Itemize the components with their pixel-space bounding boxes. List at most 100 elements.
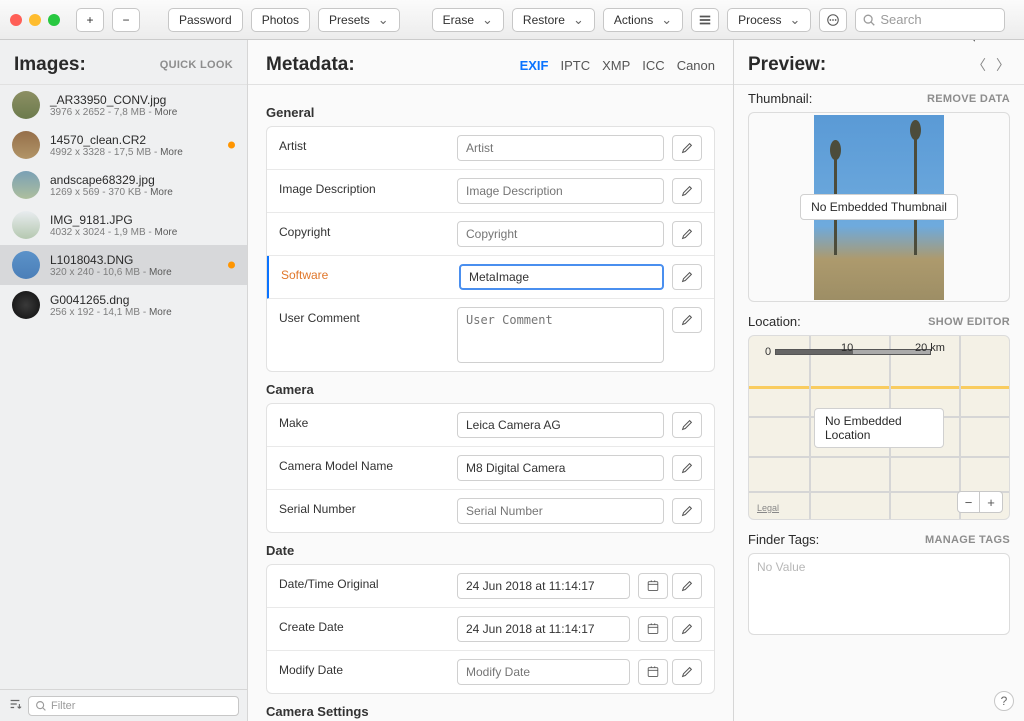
image-meta: 320 x 240 - 10,6 MB - More	[50, 267, 235, 278]
filter-placeholder: Filter	[51, 700, 75, 712]
create-date-input[interactable]	[457, 616, 630, 642]
erase-dropdown[interactable]: Erase	[432, 8, 504, 32]
edit-icon[interactable]	[672, 135, 702, 161]
thumb-icon	[12, 291, 40, 319]
no-thumbnail-badge: No Embedded Thumbnail	[800, 194, 958, 220]
scale-10: 10	[841, 342, 853, 354]
image-item[interactable]: andscape68329.jpg 1269 x 569 - 370 KB - …	[0, 165, 247, 205]
edit-icon[interactable]	[672, 455, 702, 481]
preview-panel: Preview: 〈 〉 Thumbnail: REMOVE DATA No E…	[734, 40, 1024, 721]
mark-dot-icon	[228, 142, 235, 149]
minimize-window-button[interactable]	[29, 14, 41, 26]
edit-icon[interactable]	[672, 221, 702, 247]
edit-icon[interactable]	[672, 178, 702, 204]
image-meta: 4992 x 3328 - 17,5 MB - More	[50, 147, 235, 158]
more-button[interactable]	[819, 8, 847, 32]
image-meta: 3976 x 2652 - 7,8 MB - More	[50, 107, 235, 118]
image-name: 14570_clean.CR2	[50, 133, 235, 147]
edit-icon[interactable]	[672, 264, 702, 290]
field-label-create-date: Create Date	[279, 616, 449, 634]
image-item[interactable]: 14570_clean.CR2 4992 x 3328 - 17,5 MB - …	[0, 125, 247, 165]
toggle-button[interactable]	[691, 8, 719, 32]
quick-look-button[interactable]: QUICK LOOK	[160, 59, 233, 71]
tab-iptc[interactable]: IPTC	[561, 58, 591, 73]
edit-icon[interactable]	[672, 412, 702, 438]
image-description-input[interactable]	[457, 178, 664, 204]
image-item[interactable]: G0041265.dng 256 x 192 - 14,1 MB - More	[0, 285, 247, 325]
scale-20: 20 km	[915, 342, 945, 354]
photos-button[interactable]: Photos	[251, 8, 310, 32]
image-meta: 1269 x 569 - 370 KB - More	[50, 187, 235, 198]
presets-dropdown[interactable]: Presets	[318, 8, 400, 32]
section-label-date: Date	[266, 543, 715, 558]
calendar-icon[interactable]	[638, 659, 668, 685]
map-box[interactable]: 0 10 20 km No Embedded Location Legal − …	[748, 335, 1010, 520]
edit-icon[interactable]	[672, 659, 702, 685]
more-link[interactable]: More	[149, 307, 172, 318]
thumb-icon	[12, 171, 40, 199]
search-input[interactable]: Search	[855, 8, 1005, 32]
software-input[interactable]	[459, 264, 664, 290]
filter-input[interactable]: Filter	[28, 696, 239, 716]
location-label: Location:	[748, 314, 801, 329]
more-link[interactable]: More	[155, 227, 178, 238]
remove-button[interactable]: −	[112, 8, 140, 32]
more-link[interactable]: More	[160, 147, 183, 158]
restore-dropdown[interactable]: Restore	[512, 8, 595, 32]
add-button[interactable]: +	[76, 8, 104, 32]
remove-data-button[interactable]: REMOVE DATA	[927, 93, 1010, 105]
thumbnail-label: Thumbnail:	[748, 91, 812, 106]
finder-tags-box[interactable]: No Value	[748, 553, 1010, 635]
make-input[interactable]	[457, 412, 664, 438]
edit-icon[interactable]	[672, 307, 702, 333]
thumbnail-box: No Embedded Thumbnail	[748, 112, 1010, 302]
manage-tags-button[interactable]: MANAGE TAGS	[925, 534, 1010, 546]
tab-canon[interactable]: Canon	[677, 58, 715, 73]
user-comment-input[interactable]	[457, 307, 664, 363]
search-icon	[34, 699, 48, 713]
model-input[interactable]	[457, 455, 664, 481]
sort-icon[interactable]	[8, 697, 22, 714]
window-traffic-lights	[10, 14, 60, 26]
modify-date-input[interactable]	[457, 659, 630, 685]
process-dropdown[interactable]: Process	[727, 8, 811, 32]
actions-dropdown[interactable]: Actions	[603, 8, 683, 32]
tab-xmp[interactable]: XMP	[602, 58, 630, 73]
image-item[interactable]: L1018043.DNG 320 x 240 - 10,6 MB - More	[0, 245, 247, 285]
tab-icc[interactable]: ICC	[642, 58, 664, 73]
section-label-camera: Camera	[266, 382, 715, 397]
calendar-icon[interactable]	[638, 573, 668, 599]
preview-title: Preview:	[748, 54, 826, 76]
close-window-button[interactable]	[10, 14, 22, 26]
help-button[interactable]: ?	[994, 691, 1014, 711]
edit-icon[interactable]	[672, 573, 702, 599]
more-link[interactable]: More	[155, 107, 178, 118]
field-label-serial: Serial Number	[279, 498, 449, 516]
zoom-in-button[interactable]: +	[980, 492, 1002, 512]
more-link[interactable]: More	[150, 187, 173, 198]
map-legal-link[interactable]: Legal	[757, 503, 779, 513]
field-label-user-comment: User Comment	[279, 307, 449, 325]
artist-input[interactable]	[457, 135, 664, 161]
zoom-out-button[interactable]: −	[958, 492, 980, 512]
next-icon[interactable]: 〉	[996, 55, 1010, 75]
edit-icon[interactable]	[672, 498, 702, 524]
no-location-badge: No Embedded Location	[814, 408, 944, 448]
prev-icon[interactable]: 〈	[972, 55, 986, 75]
metadata-title: Metadata:	[266, 54, 355, 76]
metadata-tabs: EXIF IPTC XMP ICC Canon	[520, 58, 715, 73]
tab-exif[interactable]: EXIF	[520, 58, 549, 73]
calendar-icon[interactable]	[638, 616, 668, 642]
image-item[interactable]: _AR33950_CONV.jpg 3976 x 2652 - 7,8 MB -…	[0, 85, 247, 125]
no-value-text: No Value	[757, 560, 805, 574]
sidebar: Images: QUICK LOOK _AR33950_CONV.jpg 397…	[0, 40, 248, 721]
zoom-window-button[interactable]	[48, 14, 60, 26]
more-link[interactable]: More	[149, 267, 172, 278]
date-original-input[interactable]	[457, 573, 630, 599]
serial-input[interactable]	[457, 498, 664, 524]
image-item[interactable]: IMG_9181.JPG 4032 x 3024 - 1,9 MB - More	[0, 205, 247, 245]
password-button[interactable]: Password	[168, 8, 243, 32]
show-editor-button[interactable]: SHOW EDITOR	[928, 316, 1010, 328]
copyright-input[interactable]	[457, 221, 664, 247]
edit-icon[interactable]	[672, 616, 702, 642]
